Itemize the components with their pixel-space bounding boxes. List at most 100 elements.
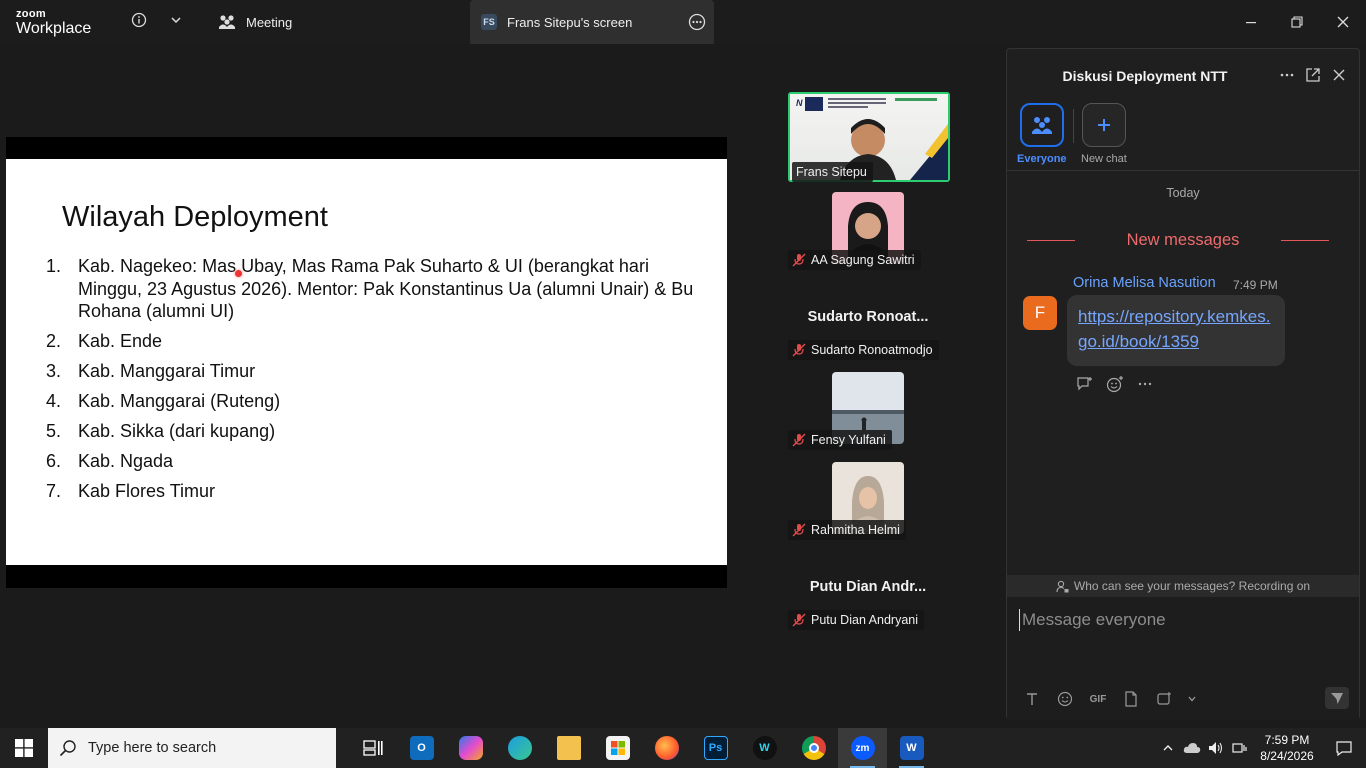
message-input[interactable] (1019, 609, 1339, 631)
taskbar-app-outlook[interactable]: O (397, 728, 446, 768)
taskbar-app-copilot[interactable] (446, 728, 495, 768)
list-number: 4. (46, 391, 62, 411)
clock-time: 7:59 PM (1264, 733, 1310, 747)
participant-gallery: N Frans Sitepu AA Sagung Sawitri Sudarto… (770, 44, 1006, 728)
svg-text:N: N (796, 98, 803, 108)
message-bubble: https://repository.kemkes.go.id/book/135… (1067, 295, 1285, 366)
list-text: Kab. Manggarai (Ruteng) (78, 391, 281, 411)
edge-icon (507, 736, 532, 760)
participant-name: Putu Dian Andryani (811, 613, 919, 627)
webex-icon: W (752, 736, 777, 760)
taskbar-app-edge[interactable] (495, 728, 544, 768)
taskbar-app-word[interactable]: W (887, 728, 936, 768)
tab-meeting-label: Meeting (246, 14, 293, 30)
mic-muted-icon (792, 523, 811, 537)
chrome-icon (801, 736, 826, 760)
emoji-icon[interactable] (1054, 689, 1076, 709)
chevron-down-icon[interactable] (1186, 689, 1198, 709)
taskbar-app-webex[interactable]: W (740, 728, 789, 768)
list-number: 6. (46, 451, 62, 471)
message-link[interactable]: https://repository.kemkes.go.id/book/135… (1078, 307, 1270, 351)
list-text: Kab. Manggarai Timur (78, 361, 256, 381)
tab-shared-screen[interactable]: FS Frans Sitepu's screen (470, 0, 714, 44)
chevron-down-icon[interactable] (166, 10, 186, 30)
volume-icon[interactable] (1204, 728, 1228, 768)
privacy-notice[interactable]: Who can see your messages? Recording on (1007, 575, 1359, 597)
taskbar-app-file-explorer[interactable] (544, 728, 593, 768)
more-options-icon[interactable] (688, 13, 706, 31)
presentation-slide: Wilayah Deployment 1. Kab. Nagekeo: Mas U… (6, 159, 727, 565)
system-clock[interactable]: 7:59 PM 8/24/2026 (1252, 732, 1322, 764)
add-reaction-icon[interactable] (1105, 374, 1125, 394)
participant-name-tag: Fensy Yulfani (788, 430, 892, 450)
shared-screen-frame: Wilayah Deployment 1. Kab. Nagekeo: Mas U… (6, 137, 727, 588)
participant-name: Fensy Yulfani (811, 433, 886, 447)
taskbar-app-chrome[interactable] (789, 728, 838, 768)
mic-muted-icon (792, 613, 811, 627)
close-button[interactable] (1320, 0, 1366, 44)
notification-icon[interactable] (1322, 728, 1366, 768)
slide-list: 1. Kab. Nagekeo: Mas Ubay, Mas Rama Pak S… (46, 255, 706, 510)
task-view-button[interactable] (348, 728, 397, 768)
taskbar-app-firefox[interactable] (642, 728, 691, 768)
info-icon[interactable] (129, 10, 149, 30)
pop-out-icon[interactable] (1305, 67, 1321, 83)
minimize-button[interactable] (1228, 0, 1274, 44)
screenshot-icon[interactable] (1153, 689, 1175, 709)
task-view-icon (362, 739, 383, 757)
photoshop-icon: Ps (703, 736, 728, 760)
avatar[interactable]: F (1023, 296, 1057, 330)
title-bar: zoom Workplace Meeting FS Frans Sitepu's… (0, 0, 1366, 44)
gif-button[interactable]: GIF (1087, 689, 1109, 709)
list-text: Kab. Ende (78, 331, 163, 351)
file-icon[interactable] (1120, 689, 1142, 709)
chat-panel: Diskusi Deployment NTT Everyone New chat… (1006, 48, 1360, 720)
send-button[interactable] (1325, 687, 1349, 709)
chat-separator (1007, 170, 1359, 171)
tab-shared-screen-label: Frans Sitepu's screen (507, 14, 633, 30)
taskbar-app-store[interactable] (593, 728, 642, 768)
participant-name: Sudarto Ronoatmodjo (811, 343, 933, 357)
privacy-notice-text: Who can see your messages? Recording on (1073, 579, 1311, 593)
start-button[interactable] (0, 728, 48, 768)
taskbar-app-photoshop[interactable]: Ps (691, 728, 740, 768)
list-number: 5. (46, 421, 62, 441)
close-icon[interactable] (1331, 67, 1347, 83)
chat-header: Diskusi Deployment NTT (1007, 49, 1359, 101)
outlook-icon: O (409, 736, 434, 760)
participant-name: Frans Sitepu (796, 165, 867, 179)
presenter-badge: FS (481, 14, 497, 30)
channel-everyone[interactable]: Everyone (1017, 103, 1067, 165)
channel-new-chat[interactable]: New chat (1081, 103, 1127, 165)
slide-list-item: 1. Kab. Nagekeo: Mas Ubay, Mas Rama Pak S… (46, 255, 706, 323)
taskbar-app-zoom[interactable]: zm (838, 728, 887, 768)
participant-name-large[interactable]: Putu Dian Andr... (788, 579, 948, 595)
restore-button[interactable] (1274, 0, 1320, 44)
more-icon[interactable] (1279, 67, 1295, 83)
mic-muted-icon (792, 253, 811, 267)
word-icon: W (899, 736, 924, 760)
network-icon[interactable] (1228, 728, 1252, 768)
list-text: Kab Flores Timur (78, 481, 216, 501)
list-text: Kab. Sikka (dari kupang) (78, 421, 276, 441)
list-number: 7. (46, 481, 62, 501)
taskbar-search[interactable]: Type here to search (48, 728, 336, 768)
date-divider: Today (1166, 186, 1200, 200)
message-time: 7:49 PM (1233, 278, 1278, 292)
chevron-up-icon[interactable] (1156, 728, 1180, 768)
shared-screen-area: Wilayah Deployment 1. Kab. Nagekeo: Mas U… (0, 44, 770, 728)
cloud-icon[interactable] (1180, 728, 1204, 768)
mic-muted-icon (792, 433, 811, 447)
participant-tile-active-speaker[interactable]: N Frans Sitepu (788, 92, 950, 182)
more-icon[interactable] (1135, 374, 1155, 394)
composer-toolbar: GIF (1021, 689, 1198, 709)
slide-list-item: 6. Kab. Ngada (46, 450, 706, 473)
text-format-icon[interactable] (1021, 689, 1043, 709)
tab-meeting[interactable]: Meeting (218, 0, 292, 44)
participant-name-large[interactable]: Sudarto Ronoat... (788, 309, 948, 325)
reply-icon[interactable] (1075, 374, 1095, 394)
windows-logo-icon (15, 739, 33, 757)
clock-date: 8/24/2026 (1260, 749, 1314, 763)
system-tray: 7:59 PM 8/24/2026 (1156, 728, 1366, 768)
message-sender[interactable]: Orina Melisa Nasution (1073, 275, 1216, 291)
